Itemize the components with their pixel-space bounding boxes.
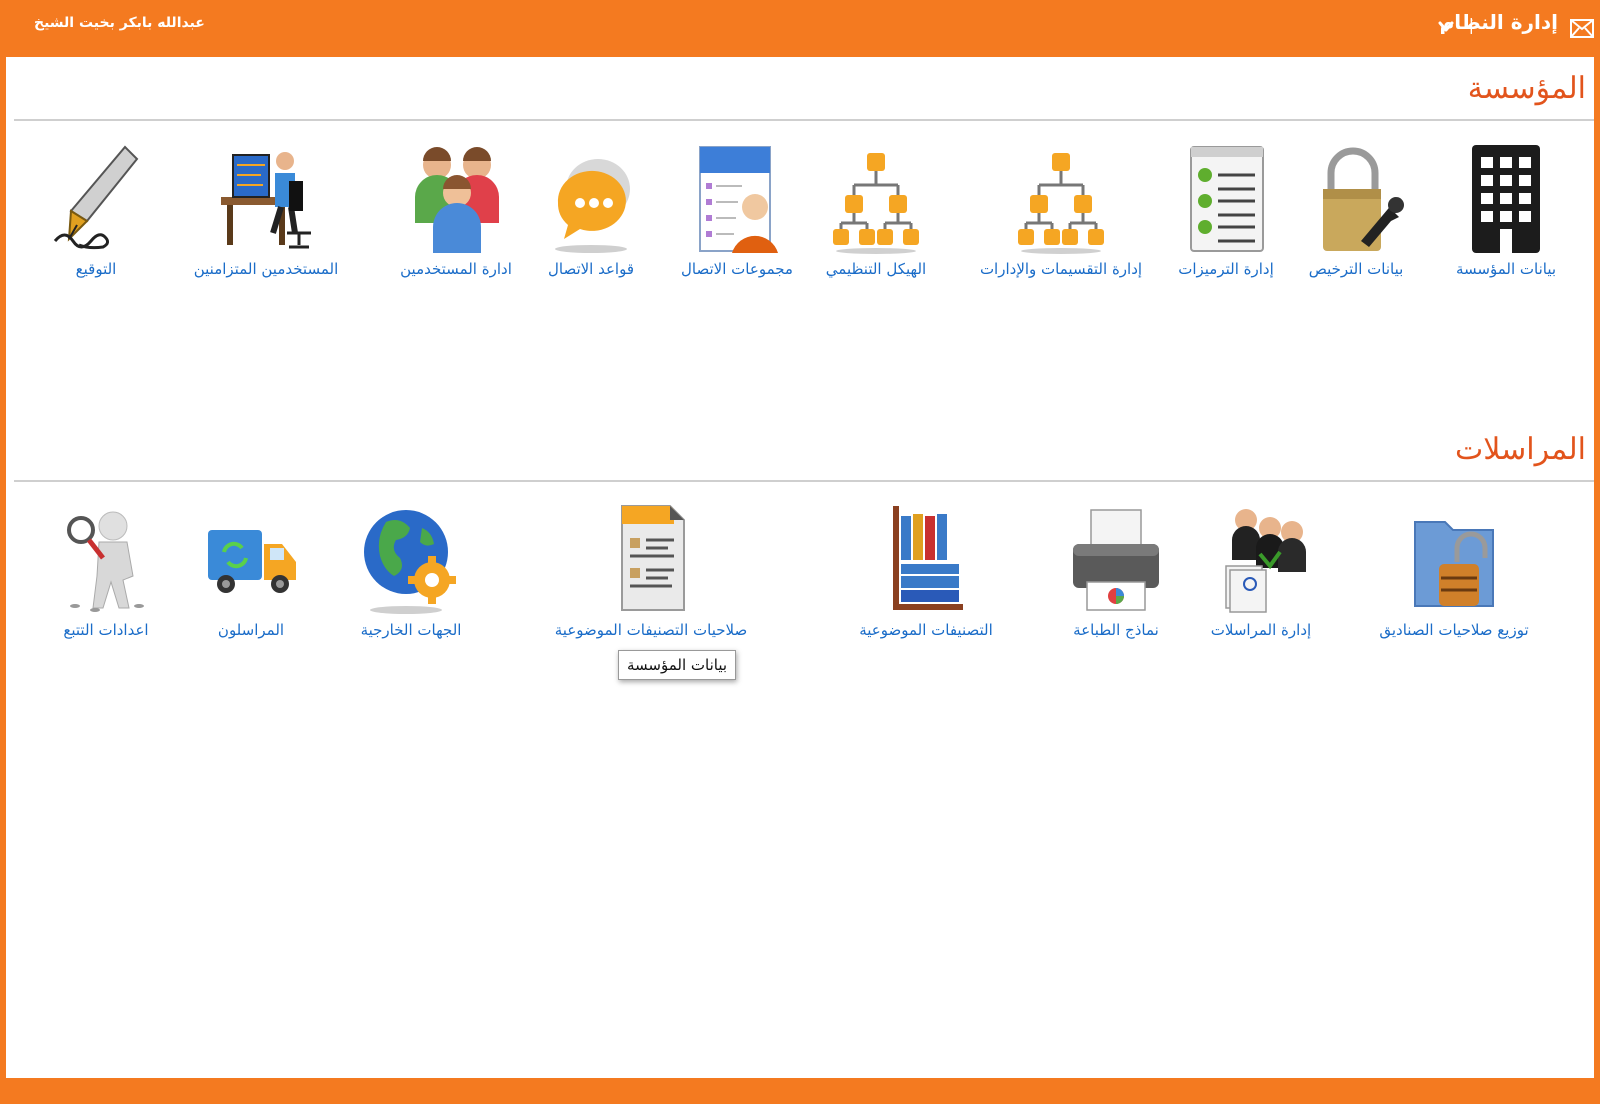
tile-organization-data[interactable]: بيانات المؤسسة [1436,141,1576,278]
building-icon [1472,145,1540,253]
main-content: المؤسسة بيانات المؤسسة بيانات الترخيص إد… [6,57,1594,1078]
contact-card-icon [699,146,778,253]
header-separator: | [1468,15,1474,34]
tile-label: توزيع صلاحيات الصناديق [1379,621,1529,639]
fountain-pen-icon [53,145,139,250]
delivery-truck-icon [208,530,296,593]
tile-correspondence-management[interactable]: إدارة المراسلات [1191,502,1331,639]
bookshelf-icon [893,506,963,610]
tile-contact-groups[interactable]: مجموعات الاتصال [672,141,802,278]
tile-external-entities[interactable]: الجهات الخارجية [341,502,481,639]
tile-label: إدارة الترميزات [1178,260,1274,278]
tile-label: اعدادات التتبع [63,621,149,639]
tile-label: مجموعات الاتصال [681,260,793,278]
tile-print-templates[interactable]: نماذج الطباعة [1046,502,1186,639]
tile-label: بيانات المؤسسة [1455,260,1557,278]
padlock-key-icon [1323,147,1404,251]
magnifier-person-icon [67,511,144,612]
tile-label: إدارة التقسيمات والإدارات [979,260,1143,278]
tile-couriers[interactable]: المراسلون [191,502,311,639]
tile-label: إدارة المراسلات [1210,621,1312,639]
tile-tracking-settings[interactable]: اعدادات التتبع [46,502,166,639]
chat-bubble-icon [555,159,630,253]
tile-label: التصنيفات الموضوعية [859,621,993,639]
tile-label: قواعد الاتصال [547,260,635,278]
section-divider [14,119,1594,121]
org-tree-icon [1018,153,1104,254]
tile-label: نماذج الطباعة [1073,621,1159,639]
globe-gear-icon [364,510,456,614]
tile-contact-rules[interactable]: قواعد الاتصال [531,141,651,278]
envelope-icon[interactable] [1570,16,1594,40]
tile-divisions-management[interactable]: إدارة التقسيمات والإدارات [976,141,1146,278]
user-name[interactable]: عبدالله بابكر بخيت الشيخ [34,15,205,31]
tile-org-structure[interactable]: الهيكل التنظيمي [816,141,936,278]
document-icon [621,505,685,611]
system-admin-menu[interactable]: إدارة النظام [1440,10,1558,34]
printer-icon [1073,509,1159,611]
top-bar: إدارة النظام | عبدالله بابكر بخيت الشيخ [0,0,1600,57]
tile-license-data[interactable]: بيانات الترخيص [1296,141,1416,278]
chevron-down-icon[interactable] [1437,17,1455,35]
section-divider [14,480,1594,482]
checklist-icon [1190,146,1264,252]
tile-users-management[interactable]: ادارة المستخدمين [391,141,521,278]
tile-classification-permissions[interactable]: صلاحيات التصنيفات الموضوعية [551,502,751,639]
staff-documents-icon [1225,509,1306,613]
tile-label: المراسلون [217,621,285,639]
tile-label: الهيكل التنظيمي [825,260,927,278]
users-icon [415,147,499,253]
tile-label: المستخدمين المتزامنين [193,260,339,278]
tile-codes-management[interactable]: إدارة الترميزات [1166,141,1286,278]
tile-label: ادارة المستخدمين [400,260,512,278]
tile-subject-classifications[interactable]: التصنيفات الموضوعية [836,502,1016,639]
user-at-desk-icon [221,152,311,249]
section-title-correspondence: المراسلات [1455,432,1586,467]
tile-label: التوقيع [75,260,117,278]
tile-label: بيانات الترخيص [1308,260,1404,278]
tile-concurrent-users[interactable]: المستخدمين المتزامنين [181,141,351,278]
tile-box-permissions[interactable]: توزيع صلاحيات الصناديق [1374,502,1534,639]
org-chart-icon [833,153,919,254]
tile-label: الجهات الخارجية [360,621,462,639]
locked-folder-icon [1414,521,1494,607]
tile-signature[interactable]: التوقيع [36,141,156,278]
tile-label: صلاحيات التصنيفات الموضوعية [554,621,748,639]
section-title-organization: المؤسسة [1467,71,1586,106]
tooltip: بيانات المؤسسة [618,650,737,680]
